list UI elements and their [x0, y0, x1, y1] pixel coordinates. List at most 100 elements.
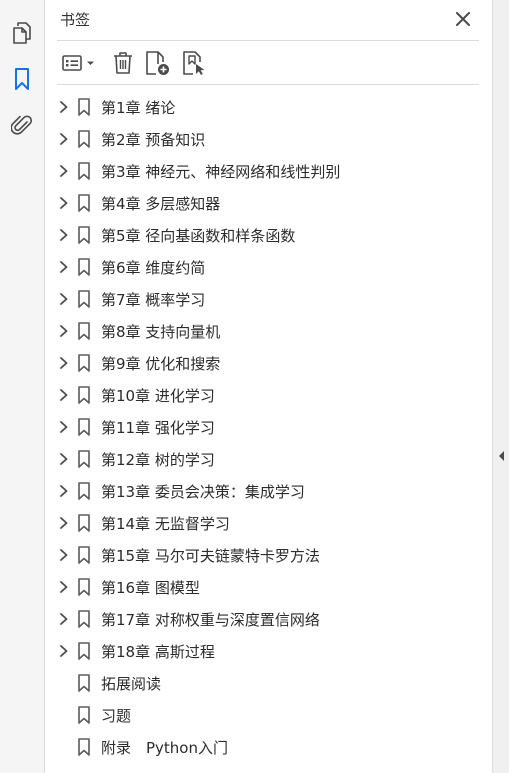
bookmark-icon — [78, 354, 90, 372]
expand-chevron-icon[interactable] — [57, 516, 71, 530]
header-divider — [57, 40, 479, 41]
bookmark-icon — [78, 642, 90, 660]
bookmark-item[interactable]: 第9章 优化和搜索 — [45, 347, 492, 379]
bookmark-item[interactable]: 第11章 强化学习 — [45, 411, 492, 443]
bookmark-label: 习题 — [101, 707, 132, 725]
bookmark-icon — [78, 674, 90, 692]
bookmark-icon — [78, 418, 90, 436]
expand-chevron-icon[interactable] — [57, 100, 71, 114]
bookmark-label: 第14章 无监督学习 — [101, 515, 230, 533]
bookmark-label: 第11章 强化学习 — [101, 419, 215, 437]
panel-title: 书签 — [60, 11, 91, 29]
expand-chevron-icon[interactable] — [57, 164, 71, 178]
bookmark-label: 附录 Python入门 — [101, 739, 228, 757]
bookmark-label: 第9章 优化和搜索 — [101, 355, 221, 373]
bookmark-label: 第4章 多层感知器 — [101, 195, 221, 213]
expand-chevron-icon[interactable] — [57, 228, 71, 242]
bookmark-label: 第18章 高斯过程 — [101, 643, 215, 661]
bookmark-icon — [78, 386, 90, 404]
new-bookmark-button[interactable] — [143, 48, 173, 78]
bookmark-item[interactable]: 第12章 树的学习 — [45, 443, 492, 475]
expand-chevron-icon[interactable] — [57, 644, 71, 658]
bookmark-item[interactable]: 第3章 神经元、神经网络和线性判别 — [45, 155, 492, 187]
bookmark-item[interactable]: 第4章 多层感知器 — [45, 187, 492, 219]
bookmark-item[interactable]: 习题 — [45, 699, 492, 731]
bookmark-item[interactable]: 第7章 概率学习 — [45, 283, 492, 315]
expand-chevron-icon[interactable] — [57, 132, 71, 146]
left-tool-rail — [0, 0, 45, 773]
bookmark-item[interactable]: 第6章 维度约简 — [45, 251, 492, 283]
bookmark-tree: 第1章 绪论 第2章 预备知识 第3章 神经元、神经网络和线性判别 第4章 多层… — [45, 91, 492, 763]
bookmark-icon — [78, 322, 90, 340]
bookmark-item[interactable]: 第14章 无监督学习 — [45, 507, 492, 539]
expand-chevron-icon[interactable] — [57, 420, 71, 434]
expand-chevron-icon[interactable] — [57, 612, 71, 626]
bookmark-item[interactable]: 第10章 进化学习 — [45, 379, 492, 411]
bookmark-label: 第1章 绪论 — [101, 99, 176, 117]
expand-chevron-icon[interactable] — [57, 484, 71, 498]
delete-bookmark-button[interactable] — [109, 48, 137, 78]
bookmark-icon — [78, 514, 90, 532]
expand-chevron-icon[interactable] — [57, 452, 71, 466]
bookmark-label: 第13章 委员会决策：集成学习 — [101, 483, 305, 501]
bookmark-item[interactable]: 第16章 图模型 — [45, 571, 492, 603]
bookmark-icon — [78, 706, 90, 724]
bookmark-icon — [78, 258, 90, 276]
bookmark-item[interactable]: 第8章 支持向量机 — [45, 315, 492, 347]
bookmark-label: 第10章 进化学习 — [101, 387, 215, 405]
bookmark-item[interactable]: 第15章 马尔可夫链蒙特卡罗方法 — [45, 539, 492, 571]
bookmark-label: 第16章 图模型 — [101, 579, 200, 597]
bookmark-item[interactable]: 第2章 预备知识 — [45, 123, 492, 155]
bookmark-icon — [78, 578, 90, 596]
expand-chevron-icon[interactable] — [57, 196, 71, 210]
pages-panel-button[interactable] — [7, 18, 37, 48]
bookmark-icon — [78, 130, 90, 148]
bookmarks-toolbar — [57, 44, 479, 82]
expand-chevron-icon[interactable] — [57, 260, 71, 274]
bookmark-search-icon — [183, 51, 205, 75]
collapse-arrow-icon — [499, 451, 504, 461]
bookmark-icon — [78, 450, 90, 468]
close-panel-button[interactable] — [454, 10, 472, 28]
bookmark-icon — [78, 290, 90, 308]
options-menu-button[interactable] — [61, 48, 99, 78]
toolbar-divider — [57, 84, 479, 85]
bookmark-label: 第5章 径向基函数和样条函数 — [101, 227, 296, 245]
attachments-panel-button[interactable] — [7, 110, 37, 140]
bookmark-label: 第17章 对称权重与深度置信网络 — [101, 611, 320, 629]
bookmark-label: 第7章 概率学习 — [101, 291, 206, 309]
panel-collapse-strip[interactable] — [492, 0, 509, 773]
bookmark-label: 第8章 支持向量机 — [101, 323, 221, 341]
bookmark-item[interactable]: 拓展阅读 — [45, 667, 492, 699]
bookmarks-panel-button[interactable] — [7, 64, 37, 94]
bookmark-item[interactable]: 附录 Python入门 — [45, 731, 492, 763]
bookmark-item[interactable]: 第1章 绪论 — [45, 91, 492, 123]
bookmark-icon — [15, 68, 29, 90]
bookmark-item[interactable]: 第17章 对称权重与深度置信网络 — [45, 603, 492, 635]
pages-icon — [13, 22, 31, 44]
expand-chevron-icon[interactable] — [57, 388, 71, 402]
bookmark-item[interactable]: 第5章 径向基函数和样条函数 — [45, 219, 492, 251]
bookmark-label: 第15章 马尔可夫链蒙特卡罗方法 — [101, 547, 320, 565]
bookmark-item[interactable]: 第18章 高斯过程 — [45, 635, 492, 667]
paperclip-icon — [11, 115, 33, 135]
bookmark-icon — [78, 482, 90, 500]
bookmark-label: 第12章 树的学习 — [101, 451, 215, 469]
bookmark-icon — [78, 226, 90, 244]
bookmark-icon — [78, 738, 90, 756]
expand-chevron-icon[interactable] — [57, 324, 71, 338]
bookmark-icon — [78, 162, 90, 180]
bookmark-icon — [78, 194, 90, 212]
expand-chevron-icon[interactable] — [57, 580, 71, 594]
expand-chevron-icon[interactable] — [57, 356, 71, 370]
delete-icon — [114, 52, 132, 74]
bookmark-label: 拓展阅读 — [101, 675, 162, 693]
bookmark-label: 第2章 预备知识 — [101, 131, 206, 149]
expand-chevron-icon[interactable] — [57, 292, 71, 306]
bookmark-item[interactable]: 第13章 委员会决策：集成学习 — [45, 475, 492, 507]
bookmark-icon — [78, 610, 90, 628]
options-menu-icon — [62, 55, 94, 71]
expand-chevron-icon[interactable] — [57, 548, 71, 562]
find-current-bookmark-button[interactable] — [179, 48, 209, 78]
bookmark-icon — [78, 98, 90, 116]
